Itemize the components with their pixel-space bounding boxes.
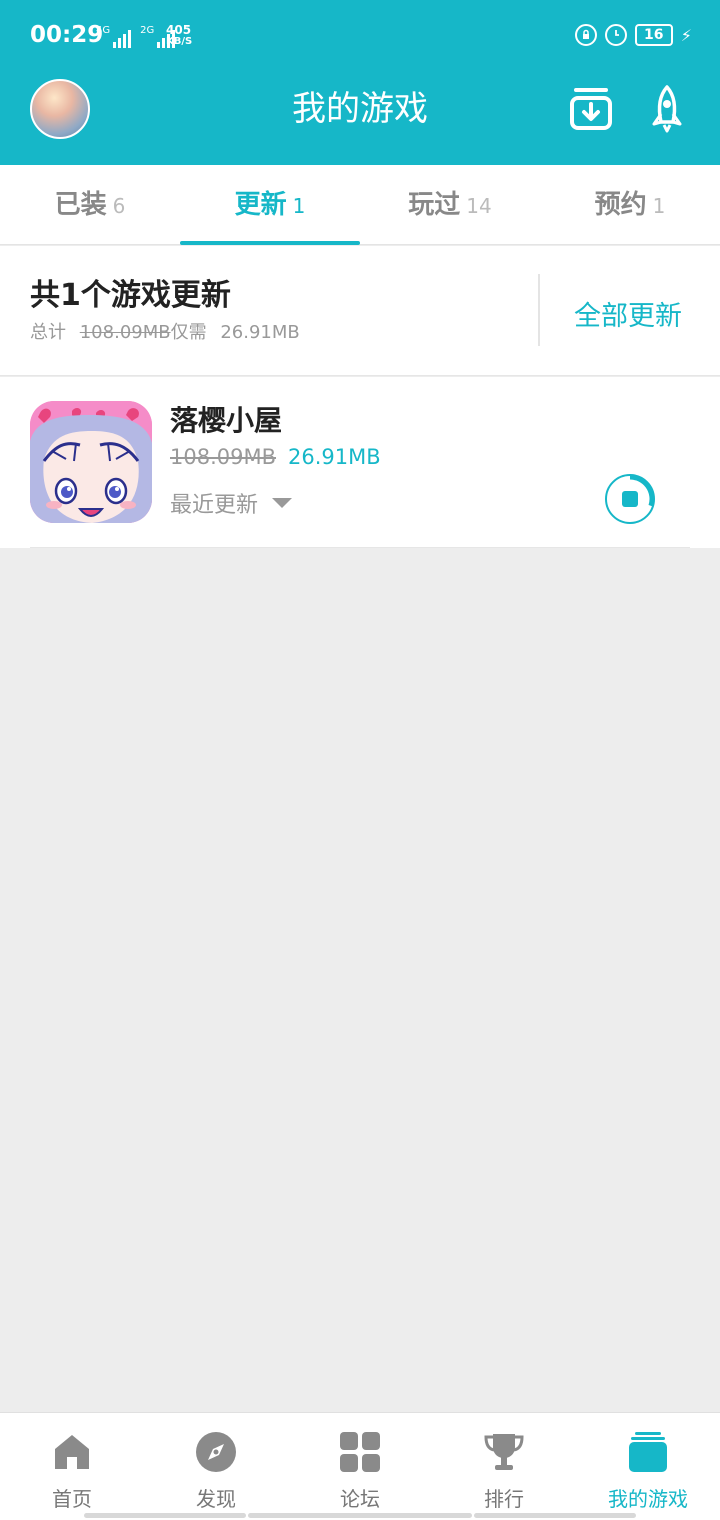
status-time: 00:29 [30,22,104,48]
nav-label: 首页 [52,1487,92,1511]
row-divider [30,547,690,548]
tab-label: 预约 [594,190,647,220]
tab-count: 6 [112,194,126,218]
download-manager-button[interactable] [566,84,616,134]
nav-label: 发现 [196,1487,236,1511]
update-all-button[interactable]: 全部更新 [574,294,682,333]
tab-label: 更新 [234,190,287,220]
original-size: 108.09MB [79,322,171,343]
network-type-1: 4G [96,25,111,36]
nav-label: 排行 [484,1487,524,1511]
gesture-bar [248,1513,472,1518]
compass-icon [196,1432,236,1472]
trophy-icon [484,1434,524,1470]
caret-down-icon [272,498,293,508]
download-box-icon [570,88,612,130]
game-size: 108.09MB 26.91MB [170,445,381,469]
game-app-icon[interactable] [30,401,152,523]
rotation-lock-icon [574,24,597,46]
bottom-navigation: 首页 发现 论坛 排行 我的游戏 [0,1412,720,1520]
tab-count: 1 [292,194,306,218]
gesture-bar [84,1513,246,1518]
charging-icon: ⚡ [680,25,692,45]
summary-size: 总计 108.09MB仅需 26.91MB [30,318,300,344]
tab-played[interactable]: 玩过 14 [360,165,540,244]
home-icon [55,1435,89,1469]
game-tabs: 已装 6 更新 1 玩过 14 预约 1 [0,165,720,245]
download-progress-icon [605,474,655,524]
signal-bars-icon [113,30,132,48]
alarm-icon [604,24,627,46]
rocket-icon [652,85,682,133]
network-type-2: 2G [140,25,155,36]
list-item[interactable]: 落樱小屋 108.09MB 26.91MB 最近更新 [0,377,720,548]
update-summary: 共1个游戏更新 总计 108.09MB仅需 26.91MB 全部更新 [0,246,720,376]
recent-update-toggle[interactable]: 最近更新 [170,487,293,519]
speed-value: 405 [166,23,192,37]
divider [538,274,540,346]
summary-title: 共1个游戏更新 [30,278,231,313]
tab-label: 玩过 [408,190,461,220]
tab-count: 14 [466,194,492,218]
nav-ranking[interactable]: 排行 [432,1413,576,1520]
new-size: 26.91MB [288,445,381,469]
total-prefix: 总计 [30,322,66,343]
signal-indicators: 4G 2G [96,24,176,48]
tab-label: 已装 [54,190,107,220]
game-stack-icon [629,1432,667,1472]
tab-updates[interactable]: 更新 1 [180,165,360,245]
app-header: 00:29 4G 2G 405 KB/S 16 ⚡ 我的游戏 [0,0,720,165]
pause-download-button[interactable] [603,472,657,526]
nav-label: 我的游戏 [608,1487,688,1511]
recent-update-label: 最近更新 [170,493,259,518]
tab-installed[interactable]: 已装 6 [0,165,180,244]
nav-discover[interactable]: 发现 [144,1413,288,1520]
speed-unit: KB/S [166,36,193,47]
need-size: 26.91MB [220,322,300,343]
status-right: 16 ⚡ [574,24,692,46]
game-title: 落樱小屋 [170,404,283,437]
old-size: 108.09MB [170,445,277,469]
nav-label: 论坛 [340,1487,380,1511]
grid-icon [340,1432,380,1472]
speedup-button[interactable] [642,84,692,134]
gesture-bar [474,1513,636,1518]
tab-reserved[interactable]: 预约 1 [540,165,720,244]
status-bar: 00:29 4G 2G 405 KB/S 16 ⚡ [0,0,720,72]
nav-home[interactable]: 首页 [0,1413,144,1520]
nav-my-games[interactable]: 我的游戏 [576,1413,720,1520]
nav-forum[interactable]: 论坛 [288,1413,432,1520]
tab-count: 1 [652,194,666,218]
network-speed: 405 KB/S [166,24,192,47]
need-prefix: 仅需 [170,322,207,343]
battery-indicator: 16 [634,24,673,46]
